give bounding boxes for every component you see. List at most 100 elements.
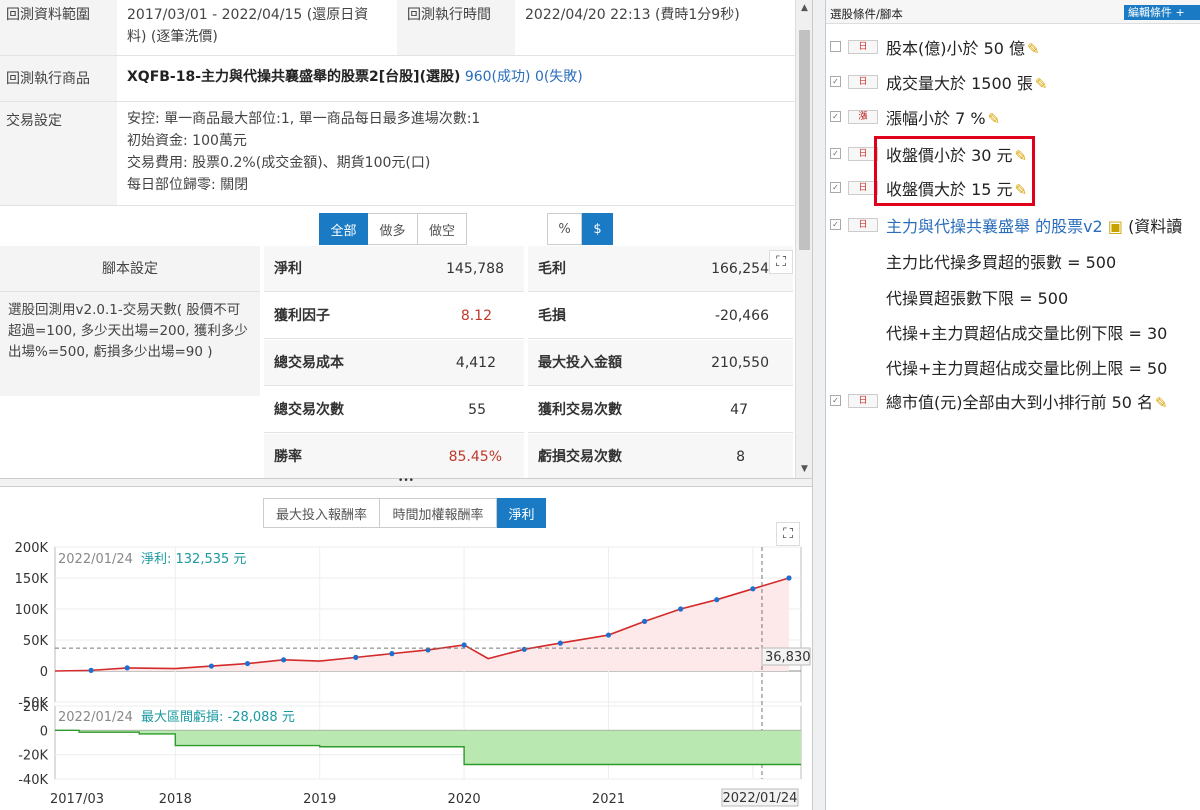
trade-settings-list: 安控: 單一商品最大部位:1, 單一商品每日最多進場次數:1 初始資金: 100…	[127, 108, 480, 196]
daily-tag-icon: 日	[848, 75, 878, 89]
script-param: 代操+主力買超佔成交量比例上限 = 50	[886, 359, 1168, 378]
new-high-marker	[641, 618, 648, 624]
product-fail-link[interactable]: 0(失敗)	[535, 69, 583, 85]
condition-text: 主力與代操共襄盛舉 的股票v2 ▣ (資料讀	[886, 217, 1183, 236]
y-tick-label: 0	[40, 724, 48, 739]
condition-checkbox[interactable]: ✓	[830, 219, 841, 230]
summary-scrollbar[interactable]: ▲ ▼	[795, 0, 812, 478]
pane-splitter[interactable]: •••	[0, 477, 812, 487]
y-tick-label: 200K	[15, 541, 49, 556]
conditions-title: 選股條件/腳本	[830, 7, 903, 21]
stat-label: 獲利交易次數	[538, 402, 622, 418]
new-high-marker	[389, 651, 395, 657]
backtest-report-panel: 回測資料範圍 2017/03/01 - 2022/04/15 (還原日資 料) …	[0, 0, 812, 810]
condition-checkbox[interactable]: ✓	[830, 182, 841, 193]
product-success-link[interactable]: 960(成功)	[465, 69, 531, 85]
condition-checkbox[interactable]	[830, 41, 841, 52]
pencil-icon[interactable]: ✎	[1027, 40, 1040, 58]
short-button[interactable]: 做空	[418, 213, 467, 245]
percent-button[interactable]: %	[547, 213, 582, 245]
stat-value: 85.45%	[448, 449, 502, 465]
stat-value: 166,254	[711, 261, 769, 277]
new-high-marker	[353, 654, 359, 660]
new-high-marker	[557, 640, 563, 646]
new-high-marker	[750, 586, 756, 592]
product-label: 回測執行商品	[0, 56, 117, 101]
scroll-thumb[interactable]	[799, 30, 810, 250]
edit-conditions-button[interactable]: 編輯條件 +	[1124, 5, 1200, 20]
y-tick-label: 0	[40, 665, 48, 680]
equity-chart: 200K150K100K50K0-50K 20K0-20K-40K 2017/0…	[15, 541, 811, 807]
condition-checkbox[interactable]: ✓	[830, 111, 841, 122]
drawdown-value-label: 最大區間虧損: -28,088 元	[141, 709, 295, 725]
new-high-marker	[678, 606, 684, 612]
new-high-marker	[124, 665, 130, 671]
pencil-icon[interactable]: ✎	[1155, 394, 1168, 412]
chart-pane: 最大投入報酬率 時間加權報酬率 淨利 ⛶ 200K 150K 100K 50K 0 -50…	[0, 487, 812, 810]
new-high-marker	[786, 575, 792, 581]
long-button[interactable]: 做多	[368, 213, 418, 245]
highlight-box	[874, 136, 1035, 206]
dollar-button[interactable]: $	[582, 213, 613, 245]
conditions-header: 選股條件/腳本 編輯條件 +	[826, 0, 1200, 24]
expand-stats-icon[interactable]: ⛶	[769, 250, 793, 274]
trade-label: 交易設定	[0, 102, 117, 205]
stat-label: 總交易次數	[274, 402, 344, 418]
condition-text: 股本(億)小於 50 億 ✎	[886, 39, 1040, 58]
scroll-down-icon[interactable]: ▼	[796, 461, 812, 478]
new-high-marker	[208, 663, 215, 669]
product-value: XQFB-18-主力與代操共襄盛舉的股票2[台股](選股) 960(成功) 0(…	[127, 66, 583, 88]
stat-label: 毛利	[538, 261, 566, 277]
trade-line: 安控: 單一商品最大部位:1, 單一商品每日最多進場次數:1	[127, 111, 481, 127]
trade-line: 初始資金: 100萬元	[127, 133, 247, 149]
condition-checkbox[interactable]: ✓	[830, 148, 841, 159]
stat-label: 毛損	[538, 308, 566, 324]
product-name: XQFB-18-主力與代操共襄盛舉的股票2[台股](選股)	[127, 69, 461, 85]
panel-divider[interactable]	[812, 0, 826, 810]
stat-label: 總交易成本	[274, 355, 344, 371]
trade-line: 每日部位歸零: 關閉	[127, 177, 249, 193]
condition-text: 成交量大於 1500 張 ✎	[886, 74, 1048, 93]
stat-win-rate: 勝率 85.45%	[264, 434, 524, 478]
exec-time-value: 2022/04/20 22:13 (費時1分9秒)	[525, 7, 740, 23]
stat-value: 8	[736, 449, 745, 465]
all-button[interactable]: 全部	[319, 213, 368, 245]
pencil-icon[interactable]: ✎	[988, 110, 1001, 128]
y-tick-label: -40K	[18, 773, 48, 788]
script-param: 代操買超張數下限 = 500	[886, 289, 1069, 308]
script-link[interactable]: 主力與代操共襄盛舉 的股票v2	[886, 217, 1103, 236]
new-high-marker	[281, 657, 287, 663]
x-tick-label: 2018	[159, 792, 192, 807]
new-high-marker	[605, 632, 612, 638]
report-summary-pane: 回測資料範圍 2017/03/01 - 2022/04/15 (還原日資 料) …	[0, 0, 812, 478]
conditions-panel: 選股條件/腳本 編輯條件 + 日 股本(億)小於 50 億 ✎ ✓ 日 成交量大於…	[826, 0, 1200, 810]
drawdown-date-label: 2022/01/24	[58, 710, 133, 725]
image-icon[interactable]: ▣	[1108, 217, 1123, 236]
stat-losing-trades: 虧損交易次數 8	[528, 434, 793, 478]
script-param: 主力比代操多買超的張數 = 500	[886, 253, 1117, 272]
trade-settings-row: 交易設定 安控: 單一商品最大部位:1, 單一商品每日最多進場次數:1 初始資金…	[0, 102, 795, 206]
stat-total-trades: 總交易次數 55	[264, 387, 524, 433]
stat-total-cost: 總交易成本 4,412	[264, 340, 524, 386]
x-tick-label: 2017/03	[50, 792, 104, 807]
stat-value: 47	[730, 402, 748, 418]
condition-checkbox[interactable]: ✓	[830, 395, 841, 406]
script-body: 選股回測用v2.0.1-交易天數( 股價不可超過=100, 多少天出場=200,…	[8, 302, 248, 360]
pencil-icon[interactable]: ✎	[1035, 75, 1048, 93]
new-high-marker	[88, 667, 94, 673]
daily-tag-icon: 日	[848, 394, 878, 408]
stat-value: 145,788	[446, 261, 504, 277]
stat-value: -20,466	[714, 308, 769, 324]
y-tick-label: -20K	[18, 749, 48, 764]
scroll-up-icon[interactable]: ▲	[796, 0, 812, 17]
x-axis: 2017/03201820192020202120222022/01/24	[50, 788, 799, 807]
y-tick-label: 50K	[23, 634, 49, 649]
y-tick-label: 150K	[15, 572, 49, 587]
stat-label: 最大投入金額	[538, 355, 622, 371]
condition-checkbox[interactable]: ✓	[830, 76, 841, 87]
direction-toggle: 全部 做多 做空	[319, 213, 467, 245]
stat-net-profit: 淨利 145,788	[264, 246, 524, 292]
net-profit-value-label: 淨利: 132,535 元	[141, 552, 246, 567]
crosshair-date-label: 2022/01/24	[723, 791, 798, 806]
range-label: 回測資料範圍	[0, 0, 117, 55]
